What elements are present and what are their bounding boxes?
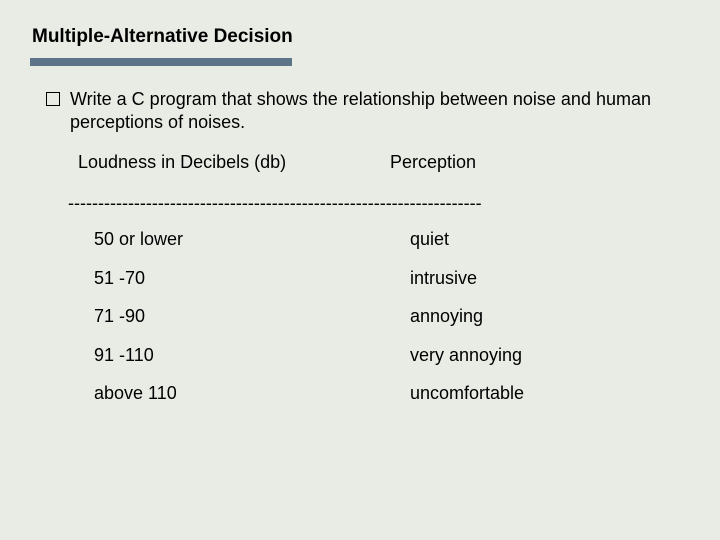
title-underline <box>30 58 292 66</box>
table-row: 51 -70 intrusive <box>46 267 680 290</box>
square-bullet-icon <box>46 92 60 106</box>
perception-table: 50 or lower quiet 51 -70 intrusive 71 -9… <box>46 228 680 405</box>
cell-range: above 110 <box>94 382 394 405</box>
bullet-item: Write a C program that shows the relatio… <box>46 88 680 133</box>
bullet-text: Write a C program that shows the relatio… <box>70 88 680 133</box>
divider-line: ----------------------------------------… <box>68 192 680 215</box>
slide-body: Write a C program that shows the relatio… <box>46 88 680 421</box>
cell-perception: quiet <box>410 228 449 251</box>
cell-range: 71 -90 <box>94 305 394 328</box>
header-loudness: Loudness in Decibels (db) <box>78 151 378 174</box>
cell-perception: intrusive <box>410 267 477 290</box>
column-headers: Loudness in Decibels (db) Perception <box>46 151 680 174</box>
cell-range: 50 or lower <box>94 228 394 251</box>
cell-perception: uncomfortable <box>410 382 524 405</box>
slide-title: Multiple-Alternative Decision <box>32 26 293 48</box>
cell-range: 91 -110 <box>94 344 394 367</box>
cell-perception: annoying <box>410 305 483 328</box>
cell-perception: very annoying <box>410 344 522 367</box>
table-row: 50 or lower quiet <box>46 228 680 251</box>
table-row: above 110 uncomfortable <box>46 382 680 405</box>
table-row: 71 -90 annoying <box>46 305 680 328</box>
cell-range: 51 -70 <box>94 267 394 290</box>
table-row: 91 -110 very annoying <box>46 344 680 367</box>
slide: Multiple-Alternative Decision Write a C … <box>0 0 720 540</box>
header-perception: Perception <box>390 151 476 174</box>
